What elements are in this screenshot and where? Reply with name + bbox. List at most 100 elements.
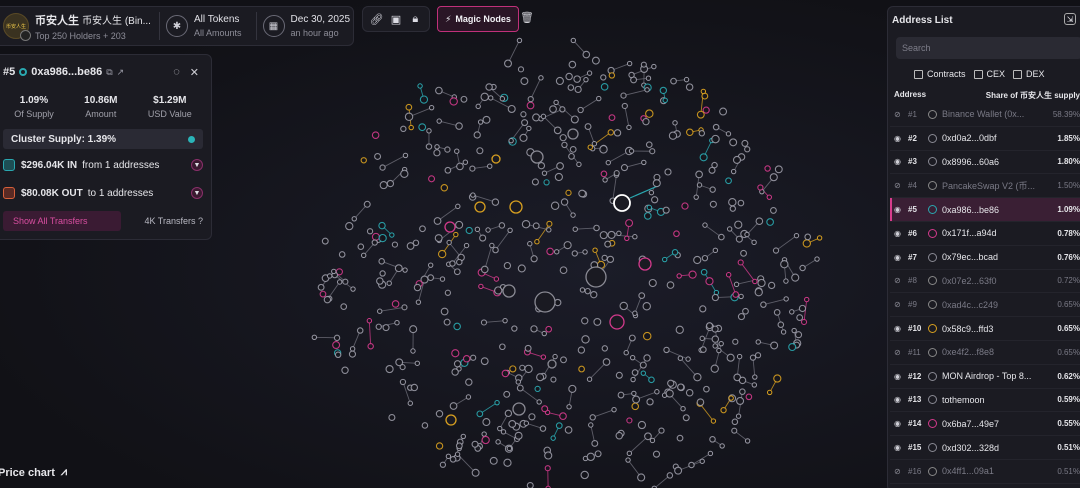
graph-node[interactable] <box>652 179 661 188</box>
graph-node[interactable] <box>500 429 507 435</box>
graph-node[interactable] <box>473 131 481 139</box>
graph-node[interactable] <box>725 177 732 185</box>
address-row[interactable]: ◉ #14 0x6ba7...49e7 0.55% <box>890 412 1080 437</box>
asterisk-icon[interactable]: ✱ <box>166 15 188 37</box>
checkbox[interactable] <box>1013 69 1023 79</box>
graph-node[interactable] <box>567 84 575 91</box>
flow-in-row[interactable]: $296.04K IN from 1 addresses ▼ <box>0 153 211 177</box>
graph-node[interactable] <box>560 198 569 206</box>
graph-node[interactable] <box>648 189 655 196</box>
eye-icon[interactable]: ◉ <box>894 157 908 166</box>
graph-node[interactable] <box>528 413 536 421</box>
graph-node[interactable] <box>386 179 395 188</box>
graph-node[interactable] <box>386 280 392 286</box>
graph-node[interactable] <box>764 165 771 172</box>
graph-node[interactable] <box>498 222 506 229</box>
graph-node[interactable] <box>544 465 551 472</box>
graph-node[interactable] <box>616 230 622 237</box>
graph-node[interactable] <box>613 129 622 137</box>
graph-node[interactable] <box>680 406 686 412</box>
graph-node[interactable] <box>621 102 628 110</box>
graph-node[interactable] <box>693 372 702 382</box>
graph-node[interactable] <box>773 309 781 316</box>
graph-node-large[interactable] <box>534 291 556 313</box>
graph-node[interactable] <box>705 277 714 286</box>
graph-node[interactable] <box>437 249 447 259</box>
graph-node[interactable] <box>549 105 557 114</box>
graph-node[interactable] <box>798 304 807 313</box>
graph-node[interactable] <box>550 376 557 383</box>
graph-node[interactable] <box>449 97 458 106</box>
graph-node[interactable] <box>399 364 406 371</box>
graph-node[interactable] <box>725 131 732 137</box>
graph-node[interactable] <box>783 296 789 302</box>
graph-node-large[interactable] <box>547 359 557 369</box>
graph-node[interactable] <box>526 125 532 132</box>
graph-node[interactable] <box>712 123 720 131</box>
graph-node[interactable] <box>540 113 547 120</box>
graph-node[interactable] <box>350 286 356 292</box>
graph-node[interactable] <box>767 281 776 290</box>
graph-node[interactable] <box>480 357 489 366</box>
graph-node[interactable] <box>710 418 717 424</box>
graph-node[interactable] <box>481 435 490 445</box>
amount-filter[interactable]: All Tokens All Amounts <box>194 14 242 38</box>
graph-node[interactable] <box>449 456 457 463</box>
graph-node[interactable] <box>475 103 481 110</box>
graph-node[interactable] <box>449 402 458 410</box>
graph-node[interactable] <box>646 398 654 406</box>
graph-node[interactable] <box>738 293 744 300</box>
graph-node[interactable] <box>646 204 653 211</box>
checkbox[interactable] <box>973 69 983 79</box>
graph-node[interactable] <box>600 170 608 178</box>
graph-node[interactable] <box>732 291 740 298</box>
graph-node[interactable] <box>456 258 463 266</box>
graph-node[interactable] <box>770 341 779 350</box>
graph-node[interactable] <box>584 287 591 295</box>
graph-node[interactable] <box>499 343 506 351</box>
graph-node[interactable] <box>540 354 547 360</box>
graph-node[interactable] <box>428 104 435 111</box>
graph-node[interactable] <box>463 242 470 249</box>
graph-node[interactable] <box>379 270 386 277</box>
graph-node[interactable] <box>379 181 388 190</box>
graph-node[interactable] <box>444 289 452 296</box>
graph-node[interactable] <box>555 422 563 430</box>
graph-node[interactable] <box>524 364 533 374</box>
graph-node[interactable] <box>626 60 633 67</box>
graph-node[interactable] <box>749 354 757 361</box>
graph-node[interactable] <box>677 383 685 391</box>
eye-icon[interactable]: ◉ <box>894 443 908 452</box>
graph-node[interactable] <box>685 388 694 397</box>
graph-node[interactable] <box>613 170 620 177</box>
graph-node[interactable] <box>711 335 720 343</box>
address-row[interactable]: ⊘ #16 0x4ff1...09a1 0.51% <box>890 460 1080 484</box>
graph-node[interactable] <box>671 249 679 256</box>
date-selector[interactable]: Dec 30, 2025 an hour ago <box>291 14 351 38</box>
graph-node[interactable] <box>732 155 742 164</box>
address-row[interactable]: ◉ #13 tothemoon 0.59% <box>890 389 1080 413</box>
graph-node[interactable] <box>532 113 541 122</box>
graph-node[interactable] <box>628 71 635 79</box>
graph-node[interactable] <box>521 119 529 127</box>
graph-node[interactable] <box>553 126 562 135</box>
graph-node[interactable] <box>360 157 367 164</box>
graph-node[interactable] <box>744 438 751 444</box>
graph-node[interactable] <box>428 175 436 183</box>
graph-node[interactable] <box>419 95 429 104</box>
address-row[interactable]: ◉ #5 0xa986...be86 1.09% <box>890 198 1080 222</box>
graph-node[interactable] <box>568 60 577 69</box>
graph-node[interactable] <box>482 115 491 124</box>
graph-node[interactable] <box>623 350 629 356</box>
graph-node[interactable] <box>605 159 611 166</box>
graph-node[interactable] <box>796 314 804 321</box>
hide-icon[interactable]: ◌ <box>173 66 180 79</box>
graph-node[interactable] <box>626 450 633 457</box>
graph-node[interactable] <box>644 432 652 441</box>
graph-node[interactable] <box>563 241 572 250</box>
graph-node[interactable] <box>700 268 708 276</box>
eye-icon[interactable]: ◉ <box>894 229 908 238</box>
graph-node[interactable] <box>377 308 383 314</box>
graph-node[interactable] <box>699 305 707 313</box>
graph-node[interactable] <box>531 178 539 186</box>
